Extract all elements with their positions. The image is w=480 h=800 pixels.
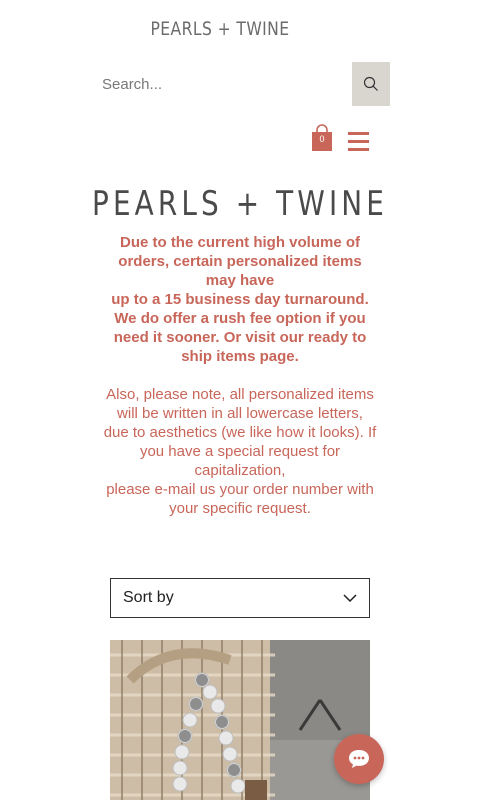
search-input[interactable] (90, 62, 352, 106)
hamburger-menu-icon[interactable] (348, 132, 370, 151)
announcement-text: Due to the current high volume of orders… (102, 233, 378, 518)
chevron-down-icon (343, 594, 357, 602)
notice-line: please e-mail us your order number with … (106, 481, 374, 517)
search-icon (363, 76, 378, 91)
notice-line: Due to the current high volume of orders… (118, 234, 362, 289)
notice-line: We do offer a rush fee option if you nee… (113, 310, 367, 365)
search-bar (90, 62, 390, 106)
chat-button[interactable] (334, 734, 384, 784)
product-image[interactable] (110, 640, 370, 800)
notice-line: due to aesthetics (we like how it looks)… (103, 424, 377, 479)
page-logo-title: PEARLS + TWINE (92, 184, 388, 224)
search-button[interactable] (352, 62, 390, 106)
sort-dropdown[interactable]: Sort by (110, 578, 370, 618)
chat-icon (349, 750, 369, 768)
cart-button[interactable]: 0 (311, 124, 333, 152)
sort-label: Sort by (123, 589, 174, 606)
cart-count-badge: 0 (319, 134, 325, 144)
site-logo-small[interactable]: PEARLS + TWINE (40, 18, 401, 40)
notice-line: Also, please note, all personalized item… (106, 386, 374, 422)
notice-line: up to a 15 business day turnaround. (111, 291, 369, 308)
